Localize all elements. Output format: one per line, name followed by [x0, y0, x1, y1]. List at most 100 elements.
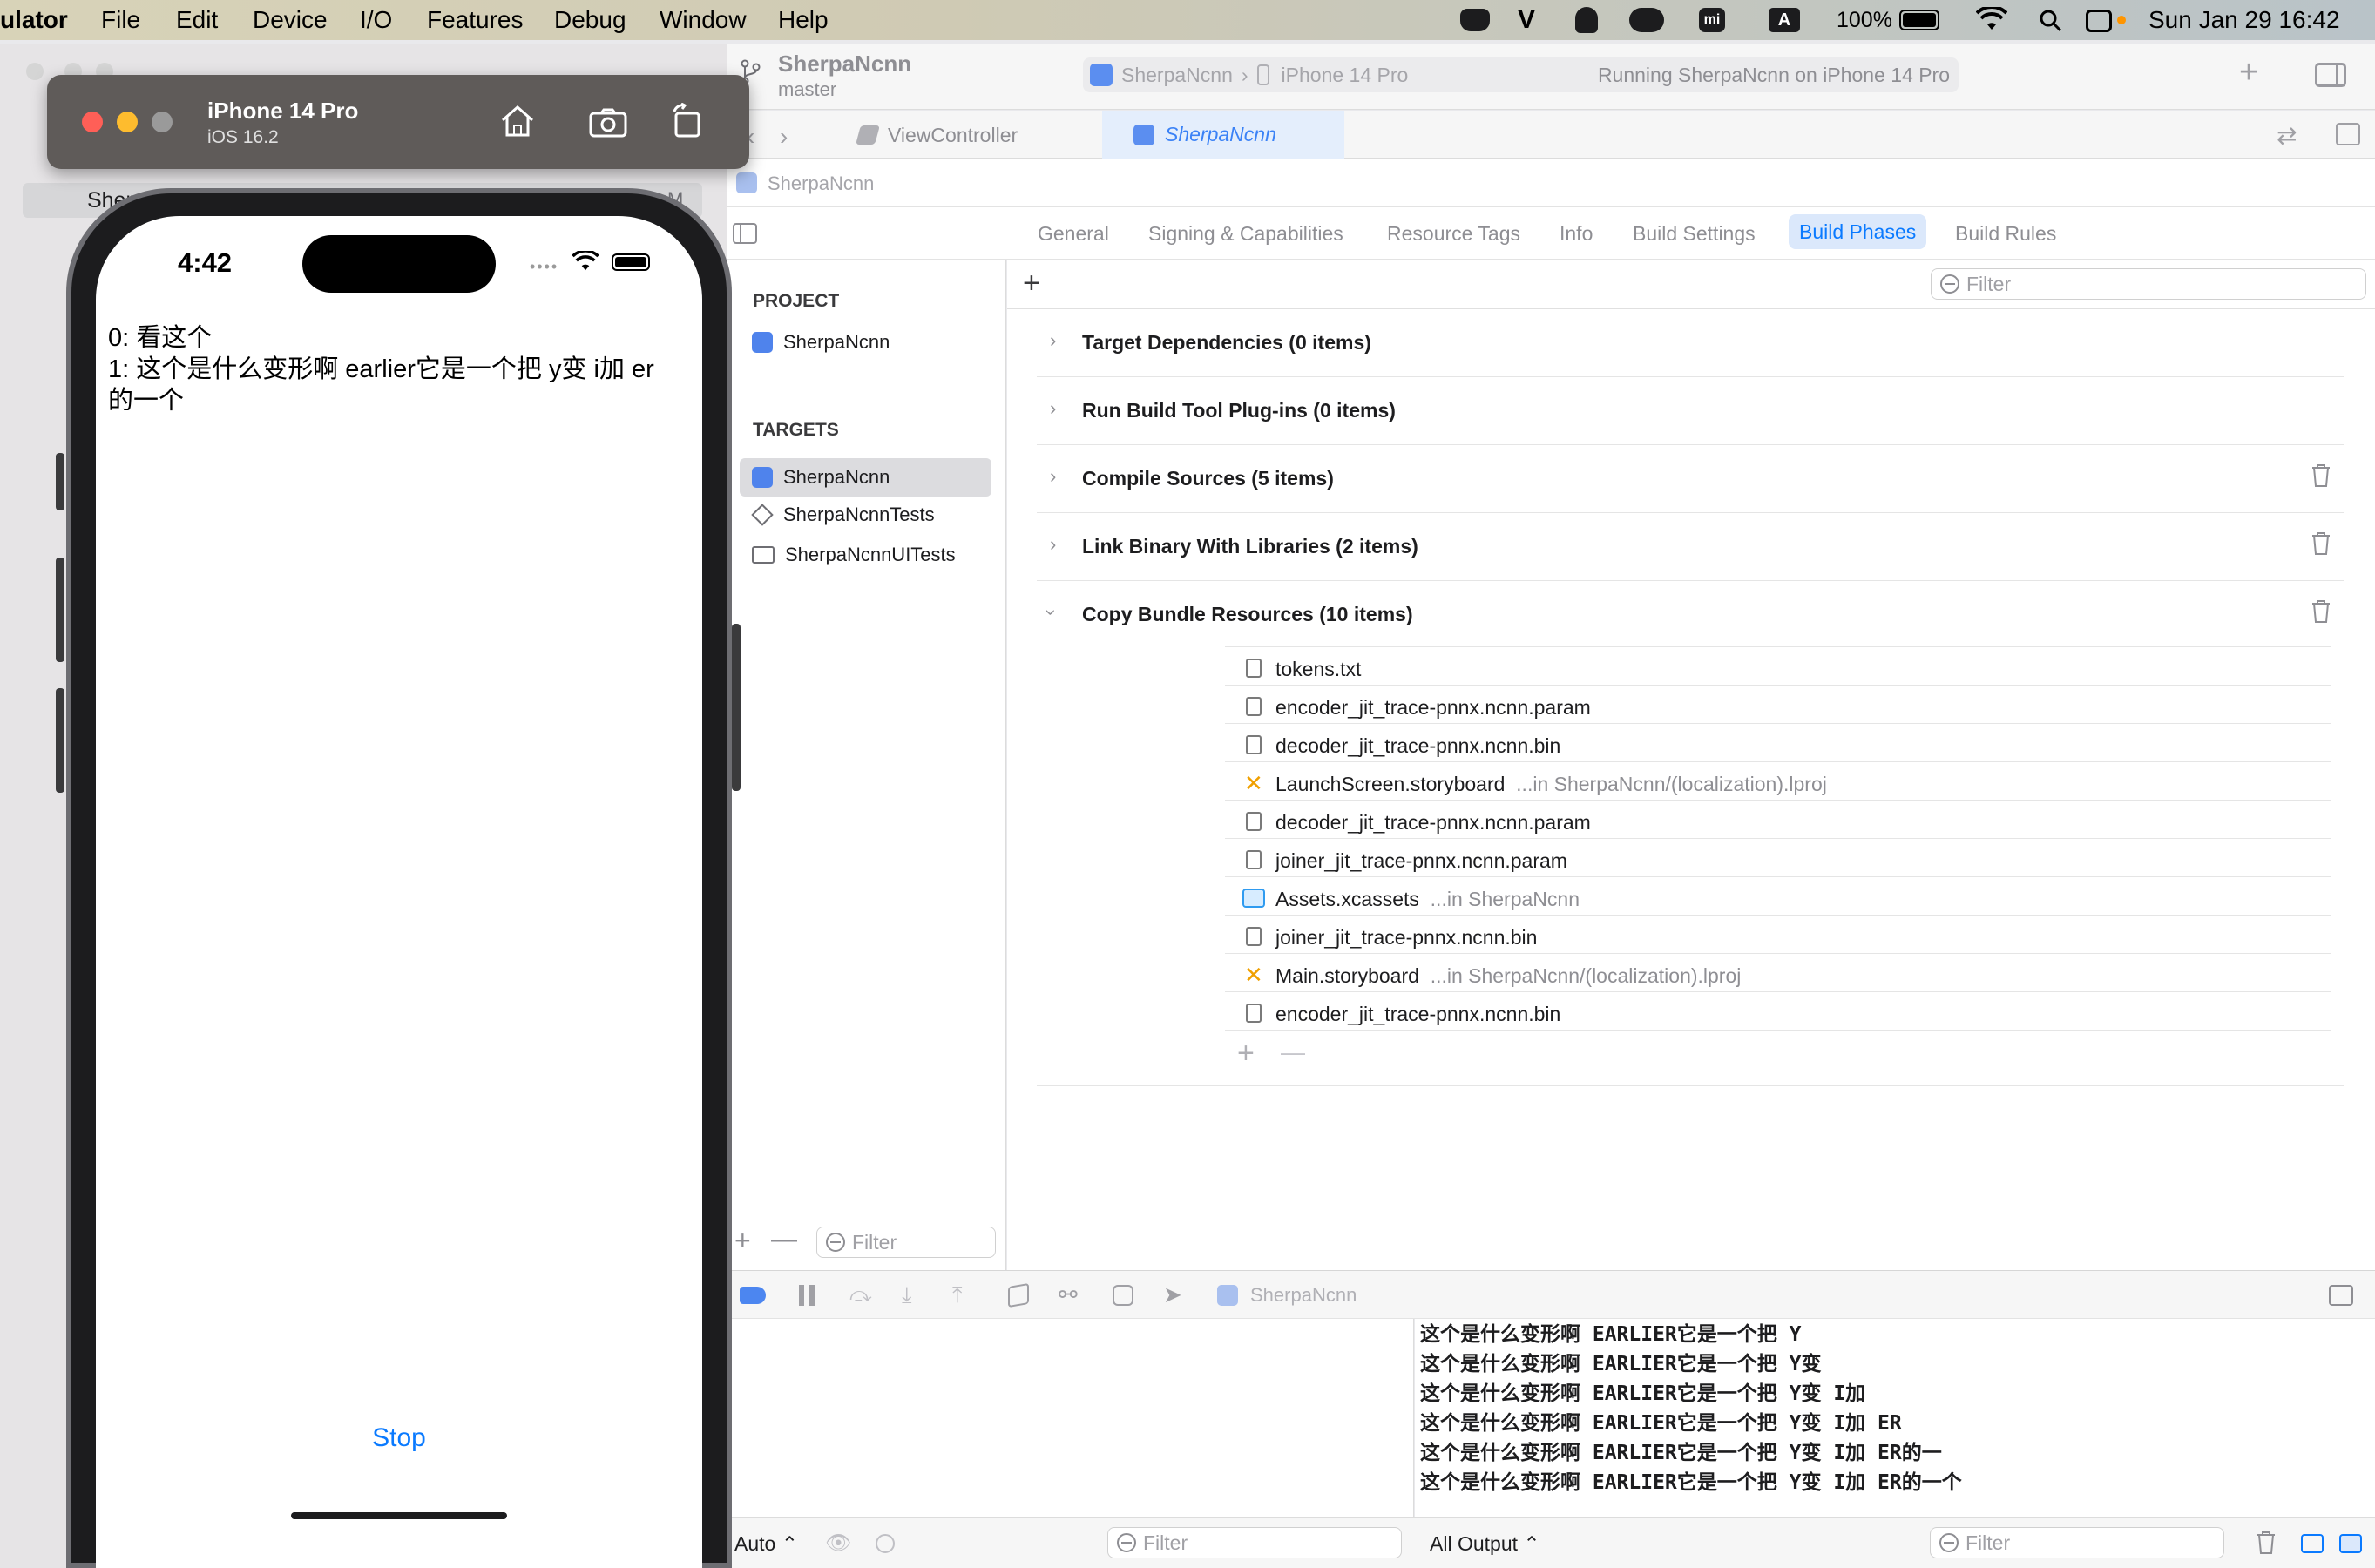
resource-row[interactable]: LaunchScreen.storyboard ...in SherpaNcnn… [1275, 773, 1827, 796]
resource-row[interactable]: decoder_jit_trace-pnnx.ncnn.bin [1275, 734, 1560, 758]
variables-scope-select[interactable]: Auto ⌃ [734, 1532, 798, 1556]
tab-build-rules[interactable]: Build Rules [1955, 222, 2056, 246]
branch-name[interactable]: master [778, 78, 836, 101]
disclosure-chevron-icon[interactable]: › [1050, 465, 1056, 488]
forward-chevron-icon[interactable]: › [780, 123, 788, 151]
split-editor-icon[interactable]: ⇄ [2277, 121, 2297, 150]
phase-target-dependencies[interactable]: Target Dependencies (0 items) [1082, 331, 1371, 355]
quick-look-eye-icon[interactable]: 👁 [825, 1531, 851, 1556]
inspector-toggle-icon[interactable] [2315, 63, 2346, 87]
clear-console-trash-icon[interactable] [2256, 1531, 2277, 1555]
trash-icon[interactable] [2311, 531, 2331, 556]
build-phases-filter-input[interactable]: Filter [1931, 268, 2366, 300]
phase-run-build-tool-plugins[interactable]: Run Build Tool Plug-ins (0 items) [1082, 399, 1396, 422]
resource-row[interactable]: tokens.txt [1275, 658, 1361, 681]
menu-features[interactable]: Features [427, 6, 524, 34]
breakpoints-toggle-icon[interactable] [740, 1287, 766, 1304]
input-source-icon[interactable]: A [1769, 8, 1800, 32]
tab-sherpancnn[interactable]: SherpaNcnn [1102, 111, 1344, 159]
mi-icon[interactable]: mi [1699, 8, 1725, 32]
console-output-select[interactable]: All Output ⌃ [1430, 1532, 1540, 1556]
tab-general[interactable]: General [1038, 222, 1109, 246]
show-console-icon[interactable] [2339, 1534, 2362, 1553]
add-build-phase-icon[interactable]: + [1023, 267, 1040, 301]
trash-icon[interactable] [2311, 599, 2331, 624]
cat-app-icon[interactable] [1460, 9, 1490, 31]
menu-io[interactable]: I/O [360, 6, 392, 34]
tab-build-phases[interactable]: Build Phases [1789, 214, 1927, 249]
close-window-button[interactable] [82, 112, 103, 132]
hide-debug-area-icon[interactable] [2329, 1285, 2353, 1306]
tab-build-settings[interactable]: Build Settings [1633, 222, 1756, 246]
environment-overrides-icon[interactable] [1113, 1285, 1133, 1306]
menu-clock[interactable]: Sun Jan 29 16:42 [2148, 6, 2340, 34]
destination-selector[interactable]: iPhone 14 Pro [1282, 64, 1409, 87]
phase-copy-bundle-resources[interactable]: Copy Bundle Resources (10 items) [1082, 603, 1413, 626]
add-icon[interactable]: + [2239, 54, 2258, 91]
resource-row[interactable]: encoder_jit_trace-pnnx.ncnn.param [1275, 696, 1591, 720]
tab-viewcontroller[interactable]: ViewController [856, 118, 1018, 152]
zoom-window-button[interactable] [152, 112, 173, 132]
battery-icon[interactable] [1899, 10, 1939, 30]
stop-button[interactable]: Stop [359, 1423, 439, 1453]
wechat-icon[interactable] [1629, 8, 1664, 32]
menu-window[interactable]: Window [660, 6, 747, 34]
trash-icon[interactable] [2311, 463, 2331, 488]
tab-signing-capabilities[interactable]: Signing & Capabilities [1148, 222, 1343, 246]
resource-row[interactable]: joiner_jit_trace-pnnx.ncnn.param [1275, 849, 1567, 873]
step-out-icon[interactable]: ⤒ [952, 1281, 963, 1309]
add-target-icon[interactable]: + [734, 1225, 751, 1257]
phase-link-binary[interactable]: Link Binary With Libraries (2 items) [1082, 535, 1418, 558]
add-resource-icon[interactable]: + [1237, 1037, 1255, 1071]
step-over-icon[interactable]: ⤼ [849, 1283, 872, 1308]
menu-help[interactable]: Help [778, 6, 829, 34]
phase-compile-sources[interactable]: Compile Sources (5 items) [1082, 467, 1334, 490]
console-filter-input[interactable]: Filter [1930, 1527, 2224, 1558]
resource-row[interactable]: Assets.xcassets ...in SherpaNcnn [1275, 888, 1580, 911]
screenshot-camera-icon[interactable] [589, 108, 627, 138]
menu-file[interactable]: File [101, 6, 140, 34]
resource-row[interactable]: encoder_jit_trace-pnnx.ncnn.bin [1275, 1003, 1560, 1026]
tab-info[interactable]: Info [1560, 222, 1593, 246]
disclosure-chevron-icon[interactable]: › [1050, 533, 1056, 556]
target-item-sherpancnn[interactable]: SherpaNcnn [740, 458, 991, 497]
scheme-selector[interactable]: SherpaNcnn [1121, 64, 1233, 87]
resource-row[interactable]: Main.storyboard ...in SherpaNcnn/(locali… [1275, 964, 1741, 988]
show-variables-icon[interactable] [2301, 1534, 2324, 1553]
control-center-icon[interactable] [2086, 10, 2112, 32]
disclosure-chevron-icon[interactable]: › [1050, 329, 1056, 352]
disclosure-chevron-icon[interactable]: › [1050, 397, 1056, 420]
target-item-tests[interactable]: SherpaNcnnTests [751, 504, 935, 526]
project-item[interactable]: SherpaNcnn [752, 331, 890, 354]
view-hierarchy-icon[interactable] [1008, 1282, 1029, 1308]
qq-icon[interactable] [1575, 7, 1598, 33]
remove-target-icon[interactable]: — [771, 1225, 797, 1254]
hide-project-list-icon[interactable] [733, 223, 757, 244]
minimize-window-button[interactable] [117, 112, 138, 132]
menu-debug[interactable]: Debug [554, 6, 626, 34]
home-indicator[interactable] [291, 1512, 507, 1519]
home-icon[interactable] [500, 105, 535, 138]
step-into-icon[interactable]: ⤓ [902, 1281, 912, 1309]
vim-icon[interactable]: V [1518, 5, 1535, 35]
variables-filter-input[interactable]: Filter [1107, 1527, 1402, 1558]
menu-edit[interactable]: Edit [176, 6, 218, 34]
spotlight-search-icon[interactable] [2039, 9, 2063, 33]
resource-row[interactable]: decoder_jit_trace-pnnx.ncnn.param [1275, 811, 1591, 835]
memory-graph-icon[interactable]: ⚯ [1059, 1281, 1078, 1308]
jump-bar-item[interactable]: SherpaNcnn [768, 172, 874, 195]
rotate-icon[interactable] [671, 103, 702, 138]
target-item-uitests[interactable]: SherpaNcnnUITests [752, 544, 956, 566]
menu-device[interactable]: Device [253, 6, 328, 34]
targets-filter-input[interactable]: Filter [816, 1227, 996, 1258]
add-editor-icon[interactable] [2336, 123, 2360, 145]
app-menu[interactable]: ulator [0, 6, 68, 34]
simulate-location-icon[interactable]: ➤ [1163, 1281, 1182, 1308]
tab-resource-tags[interactable]: Resource Tags [1387, 222, 1520, 246]
resource-row[interactable]: joiner_jit_trace-pnnx.ncnn.bin [1275, 926, 1537, 950]
remove-resource-icon[interactable]: — [1281, 1038, 1305, 1066]
disclosure-chevron-expanded-icon[interactable]: › [1040, 609, 1063, 615]
pause-icon[interactable] [799, 1285, 804, 1306]
info-icon[interactable] [876, 1534, 895, 1553]
wifi-icon[interactable] [1976, 7, 2007, 31]
